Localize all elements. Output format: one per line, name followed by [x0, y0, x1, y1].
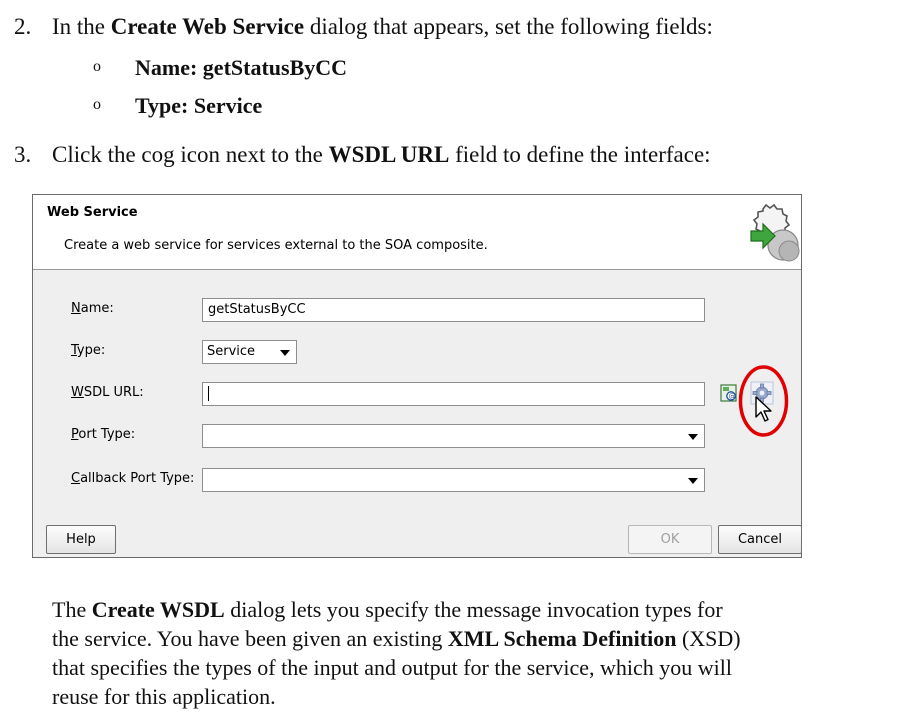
bullet-type: o Type: Service — [93, 90, 262, 121]
dialog-body: Name: getStatusByCC Type: Service WSDL U… — [33, 270, 802, 557]
dialog-header: Web Service Create a web service for ser… — [33, 195, 801, 270]
create-web-service-dialog: Web Service Create a web service for ser… — [32, 194, 802, 558]
type-select[interactable]: Service — [202, 340, 297, 364]
step-text: Click the cog icon next to the — [52, 142, 329, 167]
step-bold-text: Create Web Service — [110, 14, 305, 39]
bullet-value: : Service — [181, 93, 263, 118]
name-label: Name: — [71, 301, 114, 316]
step-text: In the — [52, 14, 111, 39]
paragraph-line: The Create WSDL dialog lets you specify … — [52, 597, 723, 622]
bullet-label: Type — [135, 93, 182, 118]
chevron-down-icon — [280, 350, 290, 356]
bullet-name: o Name: getStatusByCC — [93, 52, 347, 83]
callback-port-type-select[interactable] — [202, 468, 705, 492]
wsdl-url-field[interactable] — [202, 382, 705, 406]
step-2: 2. In the Create Web Service dialog that … — [14, 12, 713, 42]
paragraph-line: the service. You have been given an exis… — [52, 626, 741, 651]
port-type-label: Port Type: — [71, 427, 136, 442]
paragraph-line: that specifies the types of the input an… — [52, 655, 733, 680]
web-service-gear-icon — [750, 203, 800, 262]
body-paragraph: The Create WSDL dialog lets you specify … — [52, 595, 892, 711]
name-field[interactable]: getStatusByCC — [202, 298, 705, 322]
dialog-description: Create a web service for services extern… — [64, 238, 488, 253]
step-number: 3. — [14, 142, 32, 167]
text-caret — [208, 386, 209, 401]
step-text: field to define the interface: — [449, 142, 711, 167]
chevron-down-icon — [688, 434, 698, 440]
bullet-mark: o — [93, 96, 101, 113]
step-text: dialog that appears, set the following f… — [304, 14, 713, 39]
highlight-circle — [738, 365, 789, 437]
step-number: 2. — [14, 14, 32, 39]
paragraph-line: reuse for this application. — [52, 684, 276, 709]
bullet-mark: o — [93, 58, 101, 75]
ok-button[interactable]: OK — [628, 525, 712, 554]
port-type-select[interactable] — [202, 424, 705, 448]
type-label: Type: — [71, 343, 106, 358]
chevron-down-icon — [688, 478, 698, 484]
wsdl-url-label: WSDL URL: — [71, 385, 144, 400]
bullet-value: : getStatusByCC — [189, 55, 348, 80]
step-bold-text: WSDL URL — [328, 142, 450, 167]
bullet-label: Name — [135, 55, 190, 80]
svg-text:@: @ — [729, 393, 736, 401]
help-button[interactable]: Help — [46, 525, 116, 554]
dialog-title: Web Service — [47, 205, 138, 220]
cancel-button[interactable]: Cancel — [718, 525, 802, 554]
type-select-value: Service — [207, 344, 256, 359]
callback-port-type-label: Callback Port Type: — [71, 471, 195, 486]
step-3: 3. Click the cog icon next to the WSDL UR… — [14, 140, 711, 170]
